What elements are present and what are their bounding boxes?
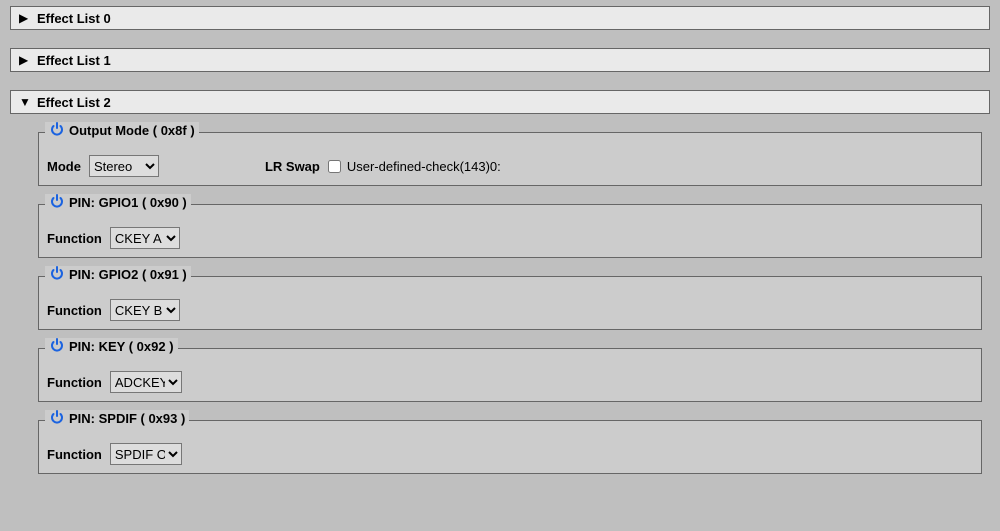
expand-icon: ▶ xyxy=(19,53,33,67)
fieldset-legend: Output Mode ( 0x8f ) xyxy=(45,122,199,138)
gpio2-function-select[interactable]: CKEY B xyxy=(110,299,180,321)
output-mode-title: Output Mode ( 0x8f ) xyxy=(69,123,195,138)
fieldset-legend: PIN: GPIO1 ( 0x90 ) xyxy=(45,194,191,210)
gpio1-title: PIN: GPIO1 ( 0x90 ) xyxy=(69,195,187,210)
lr-swap-label: LR Swap xyxy=(265,159,320,174)
function-label: Function xyxy=(47,447,102,462)
collapse-icon: ▼ xyxy=(19,95,33,109)
effect-list-2-header[interactable]: ▼ Effect List 2 xyxy=(10,90,990,114)
power-icon[interactable] xyxy=(49,194,65,210)
lr-swap-checkbox[interactable] xyxy=(328,160,341,173)
effect-list-0-label: Effect List 0 xyxy=(37,11,111,26)
panel: ▶ Effect List 0 ▶ Effect List 1 ▼ Effect… xyxy=(0,0,1000,474)
fieldset-legend: PIN: SPDIF ( 0x93 ) xyxy=(45,410,189,426)
effect-list-1-header[interactable]: ▶ Effect List 1 xyxy=(10,48,990,72)
power-icon[interactable] xyxy=(49,122,65,138)
gpio1-row: Function CKEY A xyxy=(47,227,971,249)
key-row: Function ADCKEY xyxy=(47,371,971,393)
gpio1-function-select[interactable]: CKEY A xyxy=(110,227,180,249)
key-title: PIN: KEY ( 0x92 ) xyxy=(69,339,174,354)
output-mode-box: Output Mode ( 0x8f ) Mode Stereo LR Swap… xyxy=(38,132,982,186)
effect-list-2-content: Output Mode ( 0x8f ) Mode Stereo LR Swap… xyxy=(10,118,990,474)
spdif-row: Function SPDIF O xyxy=(47,443,971,465)
user-defined-label: User-defined-check(143)0: xyxy=(347,159,501,174)
spdif-function-select[interactable]: SPDIF O xyxy=(110,443,182,465)
effect-list-1-label: Effect List 1 xyxy=(37,53,111,68)
mode-label: Mode xyxy=(47,159,81,174)
key-function-select[interactable]: ADCKEY xyxy=(110,371,182,393)
power-icon[interactable] xyxy=(49,266,65,282)
effect-list-2-label: Effect List 2 xyxy=(37,95,111,110)
gpio1-box: PIN: GPIO1 ( 0x90 ) Function CKEY A xyxy=(38,204,982,258)
expand-icon: ▶ xyxy=(19,11,33,25)
gpio2-row: Function CKEY B xyxy=(47,299,971,321)
mode-select[interactable]: Stereo xyxy=(89,155,159,177)
function-label: Function xyxy=(47,303,102,318)
gpio2-box: PIN: GPIO2 ( 0x91 ) Function CKEY B xyxy=(38,276,982,330)
power-icon[interactable] xyxy=(49,410,65,426)
fieldset-legend: PIN: GPIO2 ( 0x91 ) xyxy=(45,266,191,282)
spdif-box: PIN: SPDIF ( 0x93 ) Function SPDIF O xyxy=(38,420,982,474)
gpio2-title: PIN: GPIO2 ( 0x91 ) xyxy=(69,267,187,282)
function-label: Function xyxy=(47,231,102,246)
output-mode-row: Mode Stereo LR Swap User-defined-check(1… xyxy=(47,155,971,177)
power-icon[interactable] xyxy=(49,338,65,354)
spdif-title: PIN: SPDIF ( 0x93 ) xyxy=(69,411,185,426)
fieldset-legend: PIN: KEY ( 0x92 ) xyxy=(45,338,178,354)
function-label: Function xyxy=(47,375,102,390)
effect-list-0-header[interactable]: ▶ Effect List 0 xyxy=(10,6,990,30)
key-box: PIN: KEY ( 0x92 ) Function ADCKEY xyxy=(38,348,982,402)
